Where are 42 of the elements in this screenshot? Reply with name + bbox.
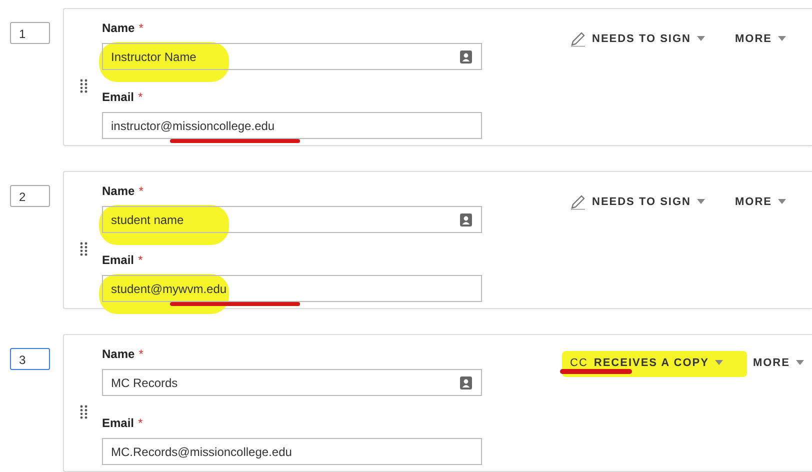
- required-mark: *: [138, 90, 143, 106]
- more-dropdown[interactable]: MORE: [734, 33, 786, 45]
- email-field[interactable]: student@mywvm.edu: [102, 275, 482, 302]
- field-label: Email: [102, 253, 134, 269]
- required-mark: *: [138, 184, 144, 200]
- drag-handle-icon[interactable]: [80, 405, 88, 419]
- caret-icon: [696, 199, 705, 205]
- field-label: Name: [102, 184, 135, 200]
- required-mark: *: [138, 21, 144, 37]
- order-field[interactable]: 1: [10, 22, 50, 44]
- drag-handle-icon[interactable]: [80, 79, 88, 93]
- role-dropdown[interactable]: NEEDS TO SIGN: [570, 31, 705, 47]
- caret-icon: [696, 36, 705, 42]
- caret-icon: [778, 36, 786, 42]
- field-label: Name: [102, 347, 135, 363]
- order-field[interactable]: 3: [10, 348, 50, 370]
- caret-icon: [796, 360, 804, 366]
- required-mark: *: [138, 347, 144, 363]
- contact-card-icon[interactable]: [459, 50, 473, 64]
- drag-handle-icon[interactable]: [80, 242, 88, 256]
- pen-icon: [570, 194, 586, 210]
- more-dropdown[interactable]: MORE: [734, 196, 786, 208]
- name-field[interactable]: MC Records: [102, 369, 482, 396]
- role-dropdown[interactable]: CC RECEIVES A COPY: [570, 357, 723, 369]
- field-label: Email: [102, 90, 134, 106]
- field-label: Name: [102, 21, 135, 37]
- required-mark: *: [138, 416, 143, 432]
- caret-icon: [778, 199, 786, 205]
- cc-label: CC: [570, 357, 588, 369]
- email-field[interactable]: MC.Records@missioncollege.edu: [102, 438, 482, 465]
- contact-card-icon[interactable]: [459, 212, 473, 226]
- name-field[interactable]: Instructor Name: [102, 43, 482, 70]
- pen-icon: [570, 31, 586, 47]
- field-label: Email: [102, 416, 134, 432]
- required-mark: *: [138, 253, 143, 269]
- more-dropdown[interactable]: MORE: [752, 357, 804, 369]
- caret-icon: [714, 360, 723, 366]
- name-field[interactable]: student name: [102, 206, 482, 233]
- order-field[interactable]: 2: [10, 185, 50, 207]
- contact-card-icon[interactable]: [459, 376, 473, 390]
- email-field[interactable]: instructor@missioncollege.edu: [102, 112, 482, 139]
- role-dropdown[interactable]: NEEDS TO SIGN: [570, 194, 705, 210]
